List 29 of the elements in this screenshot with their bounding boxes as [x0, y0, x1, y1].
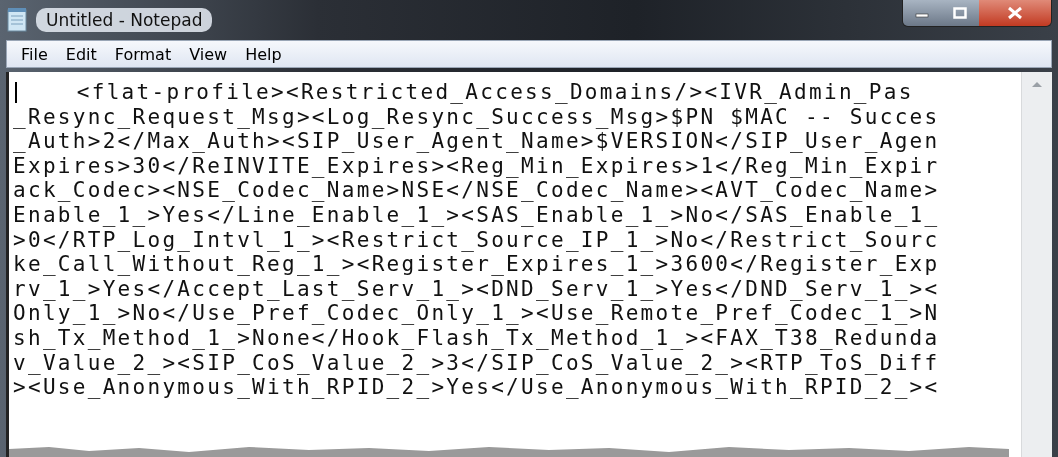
maximize-icon: [953, 7, 967, 19]
window-title: Untitled - Notepad: [36, 8, 213, 32]
text-line: _Auth>2</Max_Auth><SIP_User_Agent_Name>$VERSION</SIP_User_Agen: [13, 129, 940, 154]
minimize-button[interactable]: [903, 0, 941, 26]
menu-item[interactable]: Help: [237, 42, 290, 66]
text-line: Enable_1_>Yes</Line_Enable_1_><SAS_Enable_1_>No</SAS_Enable_1_: [13, 202, 940, 228]
text-cursor: [15, 81, 17, 103]
maximize-button[interactable]: [941, 0, 979, 26]
text-line: <flat-profile><Restricted_Access_Domains/><IVR_Admin_Pas: [75, 80, 914, 105]
text-line: _Resync_Request_Msg><Log_Resync_Success_Msg>$PN $MAC -- Succes: [13, 104, 940, 130]
menu-item[interactable]: Edit: [57, 42, 105, 66]
text-line: ><Use_Anonymous_With_RPID_2_>Yes</Use_Anonymous_With_RPID_2_><: [13, 375, 940, 400]
text-editor[interactable]: [6, 72, 1052, 457]
close-button[interactable]: [979, 0, 1051, 26]
text-line: rv_1_>Yes</Accept_Last_Serv_1_><DND_Serv_1_>Yes</DND_Serv_1_><: [13, 276, 940, 302]
menu-item[interactable]: Format: [106, 42, 180, 66]
text-line: >0</RTP_Log_Intvl_1_><Restrict_Source_IP_1_>No</Restrict_Sourc: [13, 227, 940, 253]
menu-item[interactable]: File: [13, 42, 56, 66]
text-line: sh_Tx_Method_1_>None</Hook_Flash_Tx_Method_1_><FAX_T38_Redunda: [13, 325, 940, 351]
text-line: Expires>30</ReINVITE_Expires><Reg_Min_Expires>1</Reg_Min_Expir: [13, 153, 940, 179]
close-icon: [1007, 6, 1023, 20]
menu-item[interactable]: View: [181, 42, 236, 66]
text-line: ack_Codec><NSE_Codec_Name>NSE</NSE_Codec_Name><AVT_Codec_Name>: [13, 178, 940, 203]
scroll-up-arrow-icon[interactable]: [1031, 80, 1043, 88]
text-line: Only_1_>No</Use_Pref_Codec_Only_1_><Use_Remote_Pref_Codec_1_>N: [13, 301, 940, 326]
notepad-icon: [6, 7, 28, 33]
text-line: ke_Call_Without_Reg_1_><Register_Expires_1_>3600</Register_Exp: [13, 252, 940, 277]
text-line: v_Value_2_><SIP_CoS_Value_2_>3</SIP_CoS_Value_2_><RTP_ToS_Diff: [13, 350, 940, 376]
scrollbar[interactable]: [1021, 72, 1052, 457]
